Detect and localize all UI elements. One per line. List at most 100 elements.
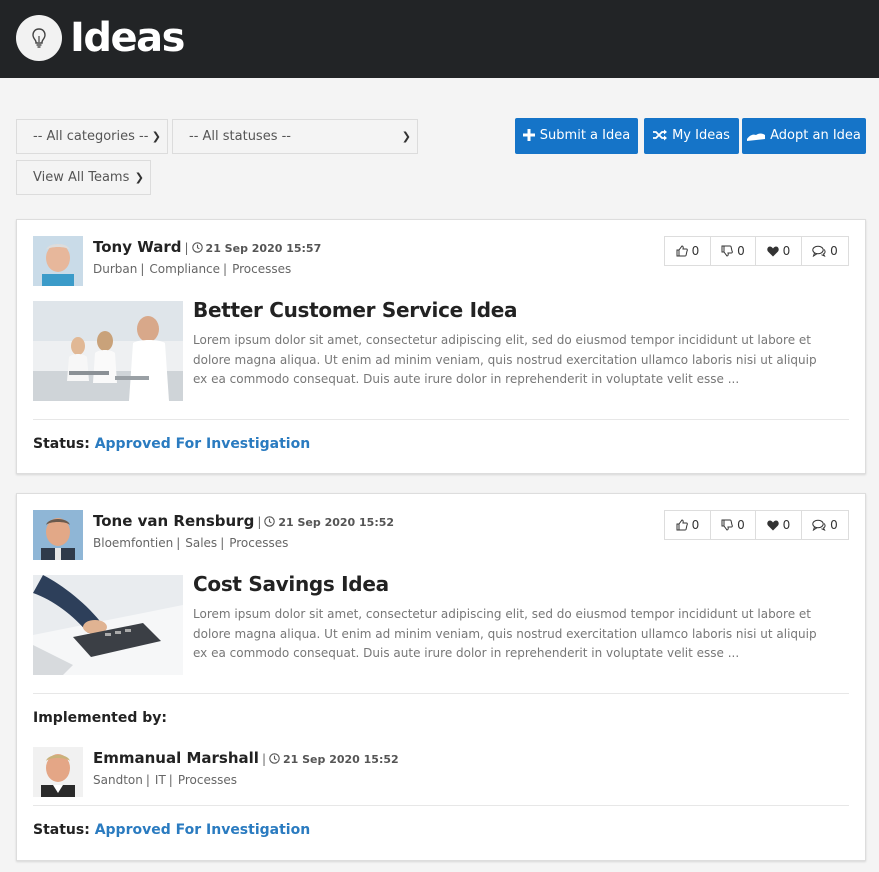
meta-category: Processes [177, 773, 237, 787]
idea-card: Tone van Rensburg | 21 Sep 2020 15:52 Bloe… [16, 493, 866, 861]
timestamp: 21 Sep 2020 15:52 [264, 516, 394, 529]
like-button[interactable]: 0 [756, 237, 802, 265]
divider [33, 805, 849, 806]
idea-status: Status: Approved For Investigation [33, 436, 310, 452]
handshake-icon [747, 133, 766, 141]
comments-button[interactable]: 0 [802, 237, 848, 265]
team-filter-value: View All Teams [33, 170, 130, 185]
status-filter-select[interactable]: -- All statuses -- ❯ [172, 119, 418, 154]
separator: | [261, 752, 266, 766]
thumbs-up-icon [676, 245, 688, 257]
heart-icon [766, 246, 779, 257]
meta-location: Durban [93, 262, 138, 276]
clock-icon [269, 753, 280, 764]
thumbs-down-count: 0 [737, 518, 745, 532]
category-filter-value: -- All categories -- [33, 129, 149, 144]
thumbs-up-icon [676, 519, 688, 531]
separator: | [176, 536, 181, 550]
thumbs-down-count: 0 [737, 244, 745, 258]
thumbs-up-button[interactable]: 0 [665, 511, 711, 539]
submit-idea-label: Submit a Idea [539, 128, 631, 143]
comments-icon [812, 519, 826, 532]
thumbs-up-button[interactable]: 0 [665, 237, 711, 265]
app-title[interactable]: Ideas [70, 10, 185, 66]
status-label: Status: [33, 436, 90, 452]
meta-department: Sales [185, 536, 218, 550]
status-label: Status: [33, 822, 90, 838]
lightbulb-icon[interactable] [16, 15, 62, 61]
idea-image[interactable] [33, 575, 183, 675]
meta-category: Processes [229, 536, 289, 550]
divider [33, 693, 849, 694]
meta-location: Bloemfontien [93, 536, 174, 550]
idea-author: Tony Ward | 21 Sep 2020 15:57 [93, 238, 321, 256]
chevron-down-icon: ❯ [401, 130, 411, 143]
timestamp: 21 Sep 2020 15:57 [191, 242, 322, 255]
chevron-down-icon: ❯ [134, 171, 144, 184]
thumbs-down-icon [721, 519, 733, 531]
implementer-name[interactable]: Emmanual Marshall [93, 749, 259, 767]
status-value[interactable]: Approved For Investigation [95, 436, 310, 452]
adopt-idea-label: Adopt an Idea [770, 128, 861, 143]
avatar[interactable] [33, 747, 83, 797]
idea-status: Status: Approved For Investigation [33, 822, 310, 838]
comments-count: 0 [830, 518, 838, 532]
meta-department: IT [154, 773, 166, 787]
status-filter-value: -- All statuses -- [189, 129, 291, 144]
implemented-by-label: Implemented by: [33, 710, 167, 726]
idea-title[interactable]: Cost Savings Idea [193, 572, 389, 596]
thumbs-down-icon [721, 245, 733, 257]
timestamp-text: 21 Sep 2020 15:57 [205, 242, 322, 255]
shuffle-icon [653, 129, 668, 141]
author-name[interactable]: Tone van Rensburg [93, 512, 254, 530]
separator: | [257, 515, 262, 529]
idea-title[interactable]: Better Customer Service Idea [193, 298, 518, 322]
adopt-idea-button[interactable]: Adopt an Idea [742, 118, 866, 154]
team-filter-select[interactable]: View All Teams ❯ [16, 160, 151, 195]
timestamp-text: 21 Sep 2020 15:52 [278, 516, 395, 529]
timestamp: 21 Sep 2020 15:52 [269, 753, 399, 766]
implementer-meta: Sandton | IT | Processes [93, 773, 237, 787]
meta-department: Compliance [149, 262, 221, 276]
plus-icon [522, 129, 535, 141]
comments-icon [812, 245, 826, 258]
thumbs-up-count: 0 [691, 518, 700, 532]
avatar[interactable] [33, 236, 83, 286]
divider [33, 419, 849, 420]
top-header: Ideas [0, 0, 879, 78]
heart-icon [766, 520, 779, 531]
separator: | [140, 262, 145, 276]
meta-category: Processes [232, 262, 292, 276]
comments-count: 0 [830, 244, 838, 258]
thumbs-down-button[interactable]: 0 [711, 237, 756, 265]
thumbs-up-count: 0 [691, 244, 700, 258]
my-ideas-label: My Ideas [672, 128, 730, 143]
my-ideas-button[interactable]: My Ideas [644, 118, 739, 154]
vote-bar: 0 0 0 0 [664, 510, 849, 540]
implementer-author: Emmanual Marshall | 21 Sep 2020 15:52 [93, 749, 399, 767]
idea-card: Tony Ward | 21 Sep 2020 15:57 Durban | Compl… [16, 219, 866, 474]
separator: | [184, 241, 189, 255]
thumbs-down-button[interactable]: 0 [711, 511, 756, 539]
idea-description: Lorem ipsum dolor sit amet, consectetur … [193, 333, 817, 386]
separator: | [145, 773, 150, 787]
idea-description: Lorem ipsum dolor sit amet, consectetur … [193, 607, 817, 660]
category-filter-select[interactable]: -- All categories -- ❯ [16, 119, 168, 154]
author-meta: Bloemfontien | Sales | Processes [93, 536, 288, 550]
like-count: 0 [782, 244, 791, 258]
separator: | [168, 773, 173, 787]
timestamp-text: 21 Sep 2020 15:52 [282, 753, 399, 766]
idea-author: Tone van Rensburg | 21 Sep 2020 15:52 [93, 512, 394, 530]
avatar[interactable] [33, 510, 83, 560]
like-count: 0 [782, 518, 791, 532]
like-button[interactable]: 0 [756, 511, 802, 539]
author-meta: Durban | Compliance | Processes [93, 262, 291, 276]
status-value[interactable]: Approved For Investigation [95, 822, 310, 838]
submit-idea-button[interactable]: Submit a Idea [515, 118, 638, 154]
idea-image[interactable] [33, 301, 183, 401]
separator: | [223, 262, 228, 276]
clock-icon [264, 516, 276, 527]
author-name[interactable]: Tony Ward [93, 238, 182, 256]
comments-button[interactable]: 0 [802, 511, 848, 539]
clock-icon [191, 242, 203, 253]
